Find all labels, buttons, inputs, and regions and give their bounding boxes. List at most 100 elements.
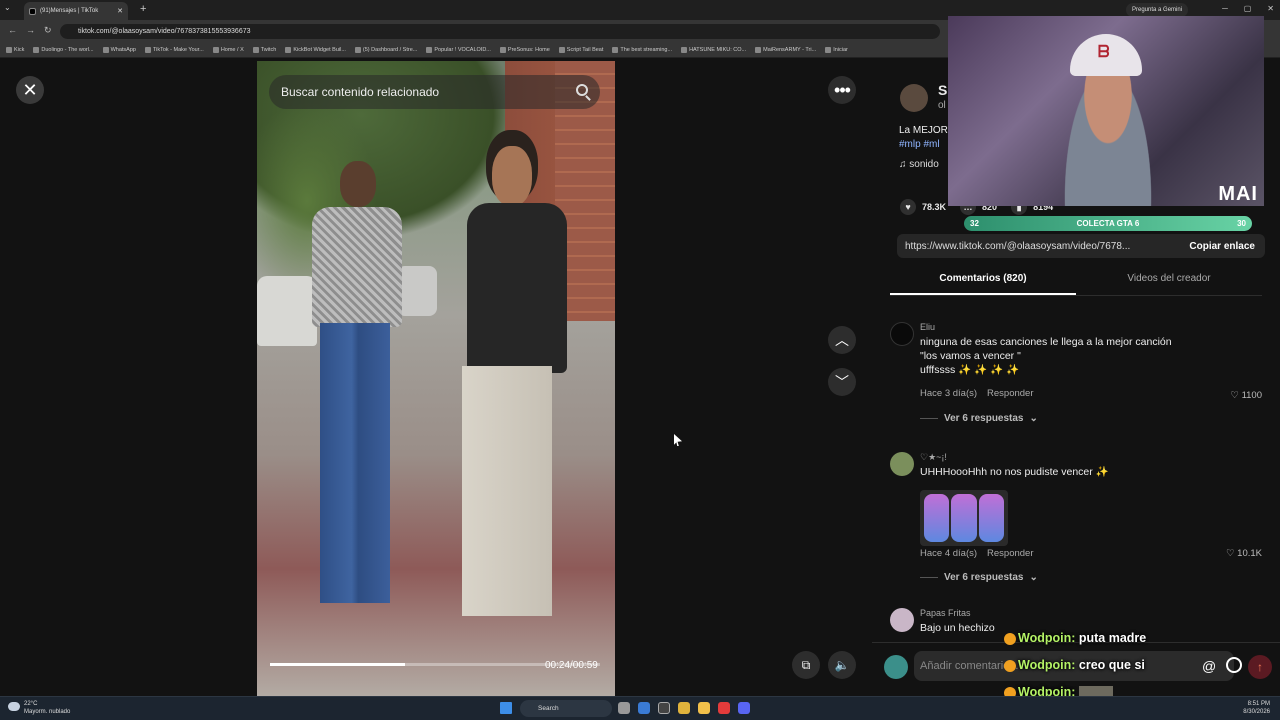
close-tab-icon[interactable]: ✕ <box>117 7 123 15</box>
music-app-icon[interactable] <box>718 702 730 714</box>
bookmark-favicon-icon <box>612 46 619 53</box>
likes-count: 78.3K <box>922 202 947 212</box>
bookmark-label: Script Tail Beat <box>566 46 604 53</box>
view-replies-button[interactable]: Ver 6 respuestas ⌄ <box>920 572 1038 583</box>
send-button[interactable]: ↑ <box>1248 655 1272 679</box>
chrome-icon[interactable] <box>678 702 690 714</box>
comment-text: ninguna de esas canciones le llega a la … <box>920 335 1172 377</box>
tab-search-icon[interactable]: ⌄ <box>4 3 11 12</box>
emoji-icon[interactable] <box>1226 657 1242 673</box>
commenter-name[interactable]: ♡★~¡! <box>920 452 947 463</box>
comment-sticker-image[interactable] <box>920 490 1008 546</box>
video-hashtags[interactable]: #mlp #ml <box>899 139 940 150</box>
chevron-down-icon: ⌄ <box>1029 413 1038 424</box>
bookmark-item[interactable]: HATSUNE MIKU: CO... <box>681 46 746 53</box>
browser-tab[interactable]: (91)Mensajes | TikTok ✕ <box>24 2 128 20</box>
video-caption: La MEJOR <box>899 125 948 136</box>
view-replies-label: Ver 6 respuestas <box>944 413 1024 424</box>
music-note-icon: ♫ <box>899 159 910 170</box>
bookmark-item[interactable]: Popular ! VOCALOID... <box>426 46 491 53</box>
stream-logo: MAI <box>1218 183 1258 205</box>
comment-line: UHHHoooHhh no nos pudiste vencer ✨ <box>920 466 1109 478</box>
bookmark-favicon-icon <box>354 46 361 53</box>
reply-button[interactable]: Responder <box>987 388 1033 399</box>
bookmark-favicon-icon <box>144 46 151 53</box>
comment-likes-count: 1100 <box>1241 390 1262 401</box>
tab-comments[interactable]: Comentarios (820) <box>890 266 1076 295</box>
url-field[interactable]: tiktok.com/@olaasoysam/video/76783738155… <box>60 24 940 39</box>
bookmark-item[interactable]: KickBot Widget Buil... <box>285 46 346 53</box>
gemini-button[interactable]: Pregunta a Gemini <box>1126 3 1189 17</box>
task-view-icon[interactable] <box>618 702 630 714</box>
reply-button[interactable]: Responder <box>987 548 1033 559</box>
ellipsis-icon: ••• <box>834 79 851 100</box>
commenter-avatar[interactable] <box>890 608 914 632</box>
author-name[interactable]: S <box>938 82 947 98</box>
taskbar-clock[interactable]: 8:51 PM 8/30/2026 <box>1243 700 1270 716</box>
bookmark-favicon-icon <box>212 46 219 53</box>
bookmark-item[interactable]: WhatsApp <box>102 46 136 53</box>
comment-text: UHHHoooHhh no nos pudiste vencer ✨ <box>920 465 1109 479</box>
bookmark-item[interactable]: PreSonus: Home <box>499 46 550 53</box>
forward-icon[interactable]: → <box>26 25 35 35</box>
bookmark-item[interactable]: Duolingo - The worl... <box>33 46 94 53</box>
bookmark-favicon-icon <box>285 46 292 53</box>
minimize-icon[interactable]: ─ <box>1222 4 1228 13</box>
next-video-button[interactable]: ﹀ <box>828 368 856 396</box>
commenter-name[interactable]: Eliu <box>920 322 935 332</box>
commenter-name[interactable]: Papas Fritas <box>920 608 971 618</box>
copy-link-button[interactable]: Copiar enlace <box>1189 241 1265 252</box>
video-player[interactable] <box>257 61 615 696</box>
back-icon[interactable]: ← <box>8 25 17 35</box>
tab-creator-videos[interactable]: Videos del creador <box>1076 266 1262 295</box>
chat-message: Wodpoin: creo que si <box>1004 658 1145 672</box>
video-sound[interactable]: ♫ sonido <box>899 159 939 170</box>
related-search-input[interactable]: Buscar contenido relacionado <box>269 75 600 109</box>
bookmark-item[interactable]: The best streaming... <box>612 46 672 53</box>
bookmark-item[interactable]: Script Tail Beat <box>558 46 604 53</box>
comment-line: ninguna de esas canciones le llega a la … <box>920 336 1172 348</box>
close-window-icon[interactable]: ✕ <box>1267 4 1274 13</box>
close-video-button[interactable]: ✕ <box>16 76 44 104</box>
search-icon[interactable] <box>576 84 588 96</box>
bookmark-item[interactable]: Twitch <box>252 46 276 53</box>
maximize-icon[interactable]: ▢ <box>1244 4 1252 13</box>
discord-icon[interactable] <box>738 702 750 714</box>
new-tab-icon[interactable]: + <box>140 3 146 15</box>
start-icon[interactable] <box>500 702 512 714</box>
bookmark-item[interactable]: MaiRensARMY - Tri... <box>755 46 816 53</box>
my-avatar <box>884 655 908 679</box>
screen: ⌄ (91)Mensajes | TikTok ✕ + Pregunta a G… <box>0 0 1280 720</box>
settings-icon[interactable] <box>658 702 670 714</box>
bookmark-label: Home / X <box>220 46 244 53</box>
bookmark-favicon-icon <box>252 46 259 53</box>
taskbar-search[interactable]: Search <box>520 700 612 717</box>
bookmark-item[interactable]: Iniciar <box>825 46 848 53</box>
comment-likes[interactable]: ♡ 10.1K <box>1226 548 1262 559</box>
speaker-icon: 🔈 <box>834 658 850 672</box>
commenter-avatar[interactable] <box>890 322 914 346</box>
bookmark-item[interactable]: (5) Dashboard / Stre... <box>354 46 417 53</box>
edge-icon[interactable] <box>638 702 650 714</box>
picture-in-picture-button[interactable]: ⧉ <box>792 651 820 679</box>
volume-button[interactable]: 🔈 <box>828 651 856 679</box>
mention-icon[interactable]: @ <box>1202 658 1216 674</box>
more-options-button[interactable]: ••• <box>828 76 856 104</box>
view-replies-button[interactable]: Ver 6 respuestas ⌄ <box>920 413 1038 424</box>
heart-icon[interactable]: ♥ <box>900 199 916 215</box>
comment-meta: Hace 4 día(s) Responder <box>920 548 1034 559</box>
bookmark-favicon-icon <box>499 46 506 53</box>
bookmark-item[interactable]: TikTok - Make Your... <box>144 46 204 53</box>
folder-icon[interactable] <box>698 702 710 714</box>
bookmark-item[interactable]: Home / X <box>212 46 244 53</box>
bookmark-item[interactable]: Kick <box>6 46 24 53</box>
commenter-avatar[interactable] <box>890 452 914 476</box>
os-taskbar: 22°C Mayorm. nublado Search 8:51 PM 8/30… <box>0 696 1280 720</box>
share-link-url: https://www.tiktok.com/@olaasoysam/video… <box>905 240 1131 252</box>
author-avatar[interactable] <box>900 84 928 112</box>
weather-widget[interactable]: 22°C Mayorm. nublado <box>8 700 70 716</box>
previous-video-button[interactable]: ︿ <box>828 326 856 354</box>
gemini-label: Pregunta a Gemini <box>1132 7 1183 13</box>
reload-icon[interactable]: ↻ <box>44 25 52 36</box>
comment-likes[interactable]: ♡ 1100 <box>1230 390 1262 401</box>
